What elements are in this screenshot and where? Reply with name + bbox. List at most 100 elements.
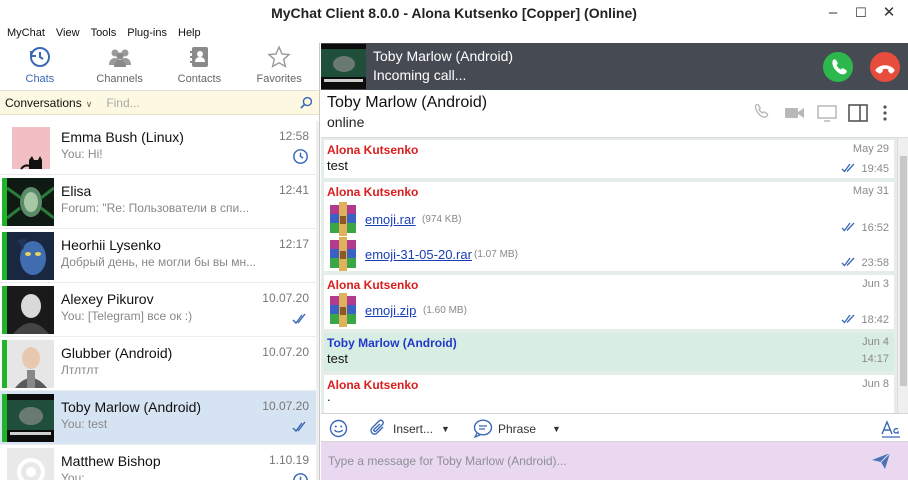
file-name-link[interactable]: emoji.zip bbox=[365, 303, 416, 318]
tab-contacts[interactable]: Contacts bbox=[160, 43, 240, 90]
conversation-preview: You: Hi! bbox=[61, 147, 103, 161]
font-settings-button[interactable] bbox=[881, 419, 901, 438]
message-input[interactable]: Type a message for Toby Marlow (Android)… bbox=[321, 442, 908, 480]
minimize-button[interactable]: – bbox=[823, 4, 843, 22]
message[interactable]: Toby Marlow (Android) Jun 4 test 14:17 bbox=[324, 333, 894, 371]
message-date: May 29 bbox=[852, 143, 889, 155]
conversation-item[interactable]: Elisa Forum: "Re: Пользователи в спи... … bbox=[0, 175, 319, 229]
double-check-icon bbox=[292, 313, 306, 325]
message-time: 16:52 bbox=[861, 222, 889, 234]
menu-view[interactable]: View bbox=[56, 25, 80, 43]
search-input[interactable]: Find... bbox=[106, 96, 139, 110]
message[interactable]: Alona Kutsenko Jun 3 emoji.zip (1.60 MB)… bbox=[324, 275, 894, 329]
message-input-placeholder: Type a message for Toby Marlow (Android)… bbox=[328, 454, 567, 468]
conversation-list-scrollbar[interactable] bbox=[316, 121, 319, 480]
conversation-preview: You: bbox=[61, 471, 85, 480]
maximize-button[interactable]: ☐ bbox=[851, 4, 871, 22]
message-date: May 31 bbox=[852, 185, 889, 197]
emoji-button[interactable] bbox=[329, 419, 348, 438]
sidebar-toggle-icon[interactable] bbox=[847, 103, 869, 123]
conversation-name: Heorhii Lysenko bbox=[61, 237, 161, 253]
conversations-dropdown[interactable]: Conversations bbox=[5, 96, 82, 110]
conversation-time: 10.07.20 bbox=[262, 345, 309, 359]
archive-icon bbox=[330, 293, 356, 327]
chat-panel: Toby Marlow (Android) Incoming call... T… bbox=[321, 43, 908, 480]
double-check-icon bbox=[841, 222, 855, 232]
tab-chats[interactable]: Chats bbox=[0, 43, 80, 90]
caller-name: Toby Marlow (Android) bbox=[373, 48, 514, 64]
conversation-item[interactable]: Alexey Pikurov You: [Telegram] все ок :)… bbox=[0, 283, 319, 337]
conversation-time: 12:58 bbox=[278, 129, 309, 143]
message-author: Toby Marlow (Android) bbox=[327, 336, 457, 350]
menu-plugins[interactable]: Plug-ins bbox=[127, 25, 167, 43]
conversation-name: Matthew Bishop bbox=[61, 453, 161, 469]
conversation-item[interactable]: Matthew Bishop You: 1.10.19 bbox=[0, 445, 319, 480]
video-camera-icon[interactable] bbox=[784, 103, 806, 123]
phone-icon[interactable] bbox=[751, 103, 773, 123]
incoming-call-bar: Toby Marlow (Android) Incoming call... bbox=[321, 43, 908, 90]
clock-icon bbox=[293, 473, 308, 480]
menu-bar: MyChat View Tools Plug-ins Help bbox=[0, 25, 212, 43]
message-date: Jun 8 bbox=[862, 378, 889, 390]
scrollbar-thumb[interactable] bbox=[900, 156, 907, 386]
caller-avatar bbox=[321, 44, 366, 89]
conversation-item[interactable]: Heorhii Lysenko Добрый день, не могли бы… bbox=[0, 229, 319, 283]
tab-channels-label: Channels bbox=[96, 73, 143, 85]
message-text: test bbox=[327, 158, 348, 173]
search-icon[interactable] bbox=[300, 96, 313, 109]
composer-toolbar: Insert... ▼ Phrase ▼ bbox=[321, 413, 908, 442]
file-name-link[interactable]: emoji.rar bbox=[365, 212, 416, 227]
more-options-icon[interactable] bbox=[881, 103, 889, 123]
chat-contact-name: Toby Marlow (Android) bbox=[327, 94, 488, 111]
title-bar: MyChat Client 8.0.0 - Alona Kutsenko [Co… bbox=[0, 0, 908, 26]
double-check-icon bbox=[841, 314, 855, 324]
users-icon bbox=[108, 49, 131, 67]
phrase-label: Phrase bbox=[498, 421, 537, 436]
paperclip-icon bbox=[370, 419, 384, 435]
conversation-name: Alexey Pikurov bbox=[61, 291, 154, 307]
phrase-button[interactable]: Phrase ▼ bbox=[473, 419, 561, 438]
chevron-down-icon[interactable]: ∨ bbox=[86, 99, 93, 110]
message-time: 23:58 bbox=[861, 257, 889, 269]
file-name-link[interactable]: emoji-31-05-20.rar bbox=[365, 247, 472, 262]
message-date: Jun 3 bbox=[862, 278, 889, 290]
avatar bbox=[7, 340, 54, 388]
speech-bubble-icon bbox=[473, 419, 493, 438]
conversation-time: 10.07.20 bbox=[262, 399, 309, 413]
message-time: 18:42 bbox=[861, 314, 889, 326]
conversations-filter-bar: Conversations ∨ Find... bbox=[0, 91, 319, 115]
double-check-icon bbox=[292, 421, 306, 433]
conversation-preview: Добрый день, не могли бы вы мн... bbox=[61, 255, 257, 269]
menu-mychat[interactable]: MyChat bbox=[7, 25, 45, 43]
message[interactable]: Alona Kutsenko May 31 emoji.rar (974 KB)… bbox=[324, 182, 894, 271]
accept-call-button[interactable] bbox=[823, 52, 853, 82]
window-title: MyChat Client 8.0.0 - Alona Kutsenko [Co… bbox=[271, 5, 637, 21]
send-icon[interactable] bbox=[871, 451, 891, 471]
call-status: Incoming call... bbox=[373, 67, 467, 83]
conversation-preview: You: [Telegram] все ок :) bbox=[61, 309, 193, 323]
tab-channels[interactable]: Channels bbox=[80, 43, 160, 90]
message-history: Alona Kutsenko May 29 test 19:45 Alona K… bbox=[321, 138, 908, 413]
decline-call-button[interactable] bbox=[870, 52, 900, 82]
conversation-time: 10.07.20 bbox=[262, 291, 309, 305]
insert-button[interactable]: Insert... ▼ bbox=[369, 419, 450, 438]
conversation-name: Elisa bbox=[61, 183, 92, 199]
message[interactable]: Alona Kutsenko Jun 8 . bbox=[324, 375, 894, 413]
menu-help[interactable]: Help bbox=[178, 25, 201, 43]
dropdown-arrow-icon: ▼ bbox=[441, 423, 450, 434]
close-button[interactable]: ✕ bbox=[879, 4, 899, 22]
tab-favorites[interactable]: Favorites bbox=[239, 43, 319, 90]
conversation-item-selected[interactable]: Toby Marlow (Android) You: test 10.07.20 bbox=[0, 391, 319, 445]
screen-share-icon[interactable] bbox=[816, 103, 838, 123]
chat-contact-status: online bbox=[327, 114, 365, 130]
archive-icon bbox=[330, 202, 356, 236]
conversation-time: 1.10.19 bbox=[268, 453, 309, 467]
dropdown-arrow-icon: ▼ bbox=[552, 423, 561, 434]
message[interactable]: Alona Kutsenko May 29 test 19:45 bbox=[324, 140, 894, 178]
file-size: (1.07 MB) bbox=[474, 249, 518, 260]
conversation-item[interactable]: Glubber (Android) Лтлтлт 10.07.20 bbox=[0, 337, 319, 391]
conversation-item[interactable]: Emma Bush (Linux) You: Hi! 12:58 bbox=[0, 121, 319, 175]
menu-tools[interactable]: Tools bbox=[91, 25, 117, 43]
message-text: . bbox=[327, 389, 331, 404]
message-history-scrollbar[interactable] bbox=[897, 138, 908, 413]
